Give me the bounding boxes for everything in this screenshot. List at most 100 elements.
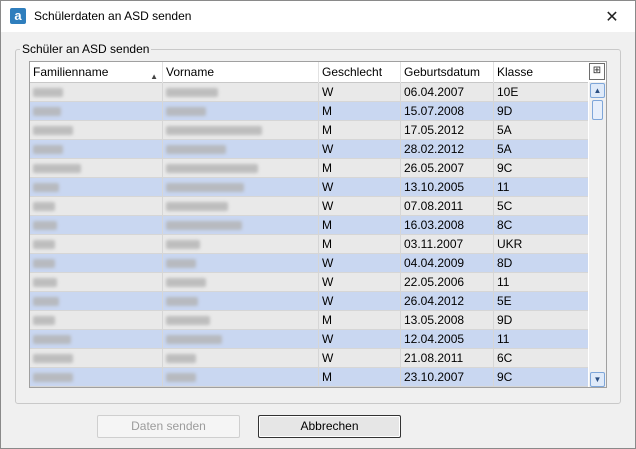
cell-klasse: 11 bbox=[497, 180, 510, 194]
cell-vorname-redacted bbox=[163, 273, 319, 291]
column-header-klasse[interactable]: Klasse bbox=[494, 62, 588, 83]
app-icon: a bbox=[10, 8, 26, 24]
cell-klasse: 5A bbox=[497, 123, 512, 137]
cell-geschlecht: M bbox=[319, 159, 401, 177]
table-row[interactable]: W 12.04.2005 11 bbox=[30, 330, 588, 349]
redacted-text bbox=[166, 354, 196, 363]
cell-klasse: 9C bbox=[497, 161, 513, 175]
cell-familienname-redacted bbox=[30, 197, 163, 215]
redacted-text bbox=[166, 297, 198, 306]
column-header-vorname[interactable]: Vorname bbox=[163, 62, 319, 83]
cell-geschlecht: W bbox=[319, 197, 401, 215]
cell-klasse: UKR bbox=[497, 237, 523, 251]
cell-geburtsdatum: 13.10.2005 bbox=[401, 178, 494, 196]
table-row[interactable]: M 15.07.2008 9D bbox=[30, 102, 588, 121]
cell-geburtsdatum: 03.11.2007 bbox=[401, 235, 494, 253]
redacted-text bbox=[166, 316, 210, 325]
cell-vorname-redacted bbox=[163, 159, 319, 177]
table-header: Familienname ▲ Vorname Geschlecht Geburt… bbox=[30, 62, 588, 83]
cell-klasse: 10E bbox=[497, 85, 519, 99]
cell-geschlecht: W bbox=[319, 273, 401, 291]
cell-vorname-redacted bbox=[163, 83, 319, 101]
redacted-text bbox=[166, 335, 222, 344]
redacted-text bbox=[166, 145, 226, 154]
cell-geschlecht: M bbox=[319, 368, 401, 386]
cell-familienname-redacted bbox=[30, 254, 163, 272]
cell-familienname-redacted bbox=[30, 311, 163, 329]
redacted-text bbox=[166, 88, 218, 97]
redacted-text bbox=[166, 202, 228, 211]
table-row[interactable]: M 03.11.2007 UKR bbox=[30, 235, 588, 254]
cell-vorname-redacted bbox=[163, 292, 319, 310]
redacted-text bbox=[33, 278, 57, 287]
cell-klasse: 5C bbox=[497, 199, 513, 213]
cell-vorname-redacted bbox=[163, 140, 319, 158]
column-chooser-button[interactable]: ⊞ bbox=[589, 63, 605, 80]
table-row[interactable]: W 22.05.2006 11 bbox=[30, 273, 588, 292]
groupbox-label: Schüler an ASD senden bbox=[20, 42, 152, 56]
table-row[interactable]: W 21.08.2011 6C bbox=[30, 349, 588, 368]
cell-geschlecht: M bbox=[319, 216, 401, 234]
scroll-up-button[interactable]: ▲ bbox=[590, 83, 605, 98]
cell-familienname-redacted bbox=[30, 159, 163, 177]
cell-geburtsdatum: 06.04.2007 bbox=[401, 83, 494, 101]
column-header-geburtsdatum[interactable]: Geburtsdatum bbox=[401, 62, 494, 83]
cell-klasse: 5A bbox=[497, 142, 512, 156]
cell-familienname-redacted bbox=[30, 387, 163, 388]
table-row[interactable]: W 07.08.2011 5C bbox=[30, 197, 588, 216]
cell-vorname-redacted bbox=[163, 254, 319, 272]
scrollbar-thumb[interactable] bbox=[592, 100, 603, 120]
redacted-text bbox=[33, 202, 55, 211]
close-button[interactable]: ✕ bbox=[589, 1, 635, 32]
window-title: Schülerdaten an ASD senden bbox=[34, 9, 192, 23]
table-row[interactable]: M 23.10.2007 9C bbox=[30, 368, 588, 387]
cancel-button[interactable]: Abbrechen bbox=[258, 415, 401, 438]
scroll-down-button[interactable]: ▼ bbox=[590, 372, 605, 387]
cell-klasse: 12 bbox=[494, 387, 588, 388]
cell-vorname-redacted bbox=[163, 235, 319, 253]
column-header-label: Vorname bbox=[166, 65, 215, 79]
redacted-text bbox=[166, 107, 206, 116]
send-data-button[interactable]: Daten senden bbox=[97, 415, 240, 438]
column-header-geschlecht[interactable]: Geschlecht bbox=[319, 62, 401, 83]
cell-geschlecht: W bbox=[319, 254, 401, 272]
table-row[interactable]: W 06.04.2007 10E bbox=[30, 83, 588, 102]
cell-vorname-redacted bbox=[163, 349, 319, 367]
redacted-text bbox=[33, 221, 57, 230]
column-chooser-icon: ⊞ bbox=[592, 65, 602, 76]
redacted-text bbox=[166, 240, 200, 249]
cell-geschlecht: M bbox=[319, 235, 401, 253]
redacted-text bbox=[166, 126, 262, 135]
table-row[interactable]: M 26.05.2007 9C bbox=[30, 159, 588, 178]
cell-geschlecht: W bbox=[319, 178, 401, 196]
table-row[interactable]: M26.07.200612 bbox=[30, 387, 588, 388]
cell-geschlecht: W bbox=[319, 330, 401, 348]
column-header-familienname[interactable]: Familienname ▲ bbox=[30, 62, 163, 83]
cell-familienname-redacted bbox=[30, 83, 163, 101]
table-row[interactable]: W 26.04.2012 5E bbox=[30, 292, 588, 311]
cell-klasse: 9D bbox=[497, 313, 513, 327]
column-header-label: Geschlecht bbox=[322, 65, 383, 79]
table-row[interactable]: W 13.10.2005 11 bbox=[30, 178, 588, 197]
column-header-label: Familienname bbox=[33, 65, 109, 79]
table-row[interactable]: W 04.04.2009 8D bbox=[30, 254, 588, 273]
cell-geburtsdatum: 28.02.2012 bbox=[401, 140, 494, 158]
cell-geburtsdatum: 13.05.2008 bbox=[401, 311, 494, 329]
redacted-text bbox=[166, 164, 258, 173]
table-row[interactable]: W 28.02.2012 5A bbox=[30, 140, 588, 159]
cell-geburtsdatum: 23.10.2007 bbox=[401, 368, 494, 386]
redacted-text bbox=[166, 183, 244, 192]
cell-familienname-redacted bbox=[30, 368, 163, 386]
redacted-text bbox=[33, 297, 59, 306]
student-table[interactable]: Familienname ▲ Vorname Geschlecht Geburt… bbox=[29, 61, 607, 388]
cell-geburtsdatum: 15.07.2008 bbox=[401, 102, 494, 120]
redacted-text bbox=[33, 88, 63, 97]
table-body: W 06.04.2007 10E M 15.07.2008 9D M 17.05.2012 5A… bbox=[30, 83, 588, 388]
cell-geschlecht: W bbox=[319, 83, 401, 101]
table-row[interactable]: M 13.05.2008 9D bbox=[30, 311, 588, 330]
vertical-scrollbar[interactable]: ▲ ▼ bbox=[589, 82, 606, 387]
table-row[interactable]: M 16.03.2008 8C bbox=[30, 216, 588, 235]
cell-geschlecht: W bbox=[319, 292, 401, 310]
table-row[interactable]: M 17.05.2012 5A bbox=[30, 121, 588, 140]
cell-vorname-redacted bbox=[163, 311, 319, 329]
